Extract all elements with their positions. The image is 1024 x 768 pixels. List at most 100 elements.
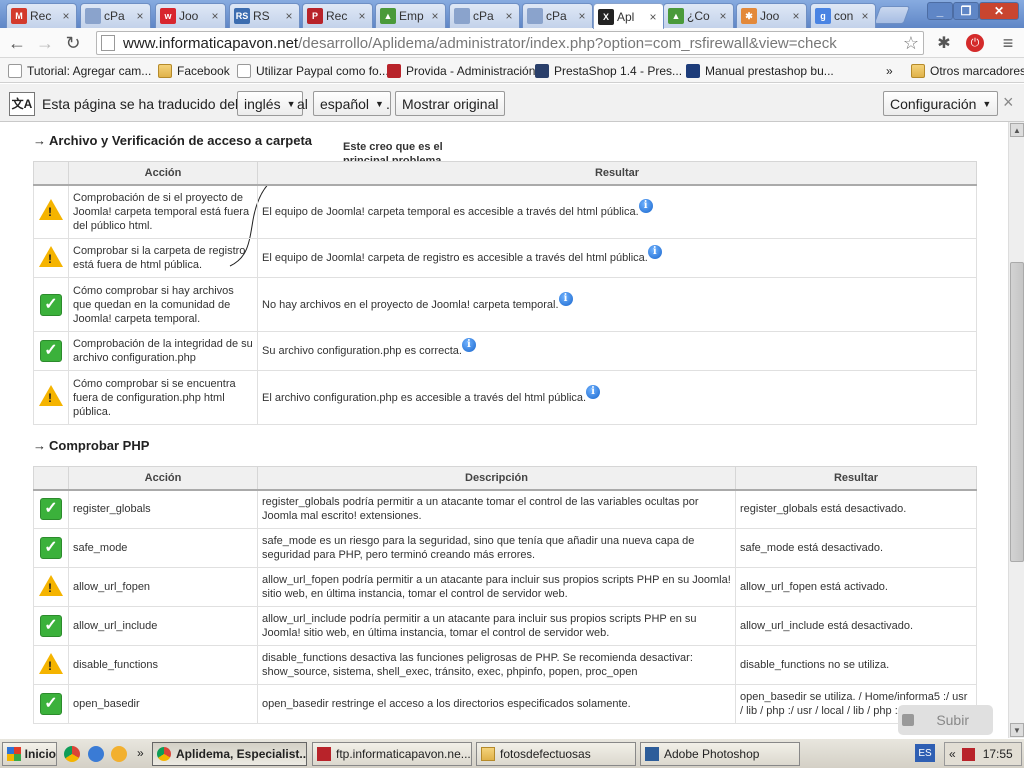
result-cell: safe_mode está desactivado. [735,528,977,568]
bookmark-item[interactable]: Tutorial: Agregar cam... [8,62,151,79]
browser-tab[interactable]: cPa × [80,3,151,28]
bookmark-item[interactable]: PrestaShop 1.4 - Pres... [535,62,682,79]
bookmark-item[interactable]: Provida - Administración [387,62,535,79]
action-cell: Comprobación de si el proyecto de Joomla… [68,184,258,239]
info-icon[interactable]: i [558,291,573,306]
scribd-icon [686,63,700,78]
browser-tab[interactable]: RS RS × [229,3,300,28]
ie-quicklaunch-icon[interactable] [88,746,104,762]
language-indicator[interactable]: ES [915,744,935,762]
table-row: ! allow_url_fopen allow_url_fopen podría p… [33,567,977,607]
tab-title: cPa [104,9,125,23]
table-header-blank [33,466,69,491]
taskbar-item[interactable]: fotosdefectuosas [476,742,636,766]
action-cell-text: safe_mode [73,542,128,554]
windows-logo-icon [7,747,21,761]
quicklaunch-overflow[interactable]: » [137,746,144,760]
bookmark-star-icon[interactable]: ☆ [903,33,919,54]
browser-tab[interactable]: ▲ Emp × [375,3,446,28]
translate-icon: 文A [9,92,35,116]
browser-tab[interactable]: P Rec × [302,3,373,28]
start-button[interactable]: Inicio [2,742,57,766]
menu-icon[interactable]: ≡ [997,32,1019,54]
scroll-down-icon[interactable]: ▼ [1010,723,1024,737]
browser-tab[interactable]: g con × [810,3,876,28]
tab-title: Rec [326,9,348,23]
action-cell-text: Cómo comprobar si se encuentra fuera de … [73,377,236,418]
extension-icon[interactable]: ✱ [933,32,955,54]
action-cell: disable_functions [68,645,258,685]
tab-title: cPa [546,9,567,23]
address-bar[interactable]: www.informaticapavon.net/desarrollo/Apli… [96,31,924,55]
close-tab-icon[interactable]: × [503,10,515,22]
scroll-up-icon[interactable]: ▲ [1010,123,1024,137]
bookmarks-overflow-button[interactable]: » [886,62,893,79]
info-icon[interactable]: i [638,198,653,213]
scrollbar-thumb[interactable] [1010,262,1024,562]
close-tab-icon[interactable]: × [859,10,871,22]
reload-button[interactable]: ↻ [62,32,84,54]
table-row: ! disable_functions disable_functions desa… [33,645,977,685]
browser-tab[interactable]: ✱ Joo × [736,3,807,28]
taskbar-item[interactable]: Adobe Photoshop [640,742,800,766]
filezilla-tray-icon[interactable] [961,747,975,761]
status-cell: ✓ [33,331,69,371]
other-bookmarks[interactable]: Otros marcadores [911,62,1024,79]
bookmark-item[interactable]: Facebook [158,62,230,79]
source-language-select[interactable]: inglés ▼ [237,91,303,116]
bookmark-item[interactable]: Manual prestashop bu... [686,62,834,79]
result-cell: allow_url_include está desactivado. [735,606,977,646]
scroll-to-top-button[interactable]: Subir [898,705,993,735]
info-icon[interactable]: i [647,245,662,259]
browser-tab[interactable]: cPa × [449,3,520,28]
info-icon[interactable]: i [586,384,601,399]
action-cell: register_globals [68,489,258,529]
tab-title: Joo [760,9,780,23]
tray-overflow-button[interactable]: « [949,747,956,761]
description-cell: allow_url_fopen podría permitir a un ata… [257,567,736,607]
taskbar-item[interactable]: ftp.informaticapavon.ne... [312,742,472,766]
browser-tab[interactable]: cPa × [522,3,593,28]
close-tab-icon[interactable]: × [647,11,659,23]
translate-settings-select[interactable]: Configuración ▼ [883,91,999,116]
taskbar-item[interactable]: Aplidema, Especialist... [152,742,307,766]
chrome-quicklaunch-icon[interactable] [64,746,80,762]
info-icon[interactable]: i [461,338,476,352]
browser-tab[interactable]: X Apl × [593,3,664,29]
checkmark-icon: ✓ [40,498,62,521]
close-window-button[interactable]: ✕ [979,2,1019,20]
browser-tab[interactable]: ▲ ¿Co × [663,3,734,28]
close-tab-icon[interactable]: × [134,10,146,22]
description-cell-text: register_globals podría permitir a un at… [262,496,699,523]
warning-icon: ! [39,385,63,406]
joomla-icon: ✱ [741,8,757,24]
browser-tab[interactable]: w Joo × [155,3,226,28]
translate-close-button[interactable]: × [1003,92,1014,113]
bookmark-item[interactable]: Utilizar Paypal como fo... [237,62,389,79]
close-tab-icon[interactable]: × [60,10,72,22]
status-cell: ✓ [33,277,69,332]
close-tab-icon[interactable]: × [576,10,588,22]
table-row: ! Cómo comprobar si se encuentra fuera de… [33,370,977,425]
close-tab-icon[interactable]: × [717,10,729,22]
close-tab-icon[interactable]: × [429,10,441,22]
forward-button[interactable]: → [34,32,56,54]
power-extension-icon[interactable]: ⏻ [964,32,986,54]
back-button[interactable]: ← [6,32,28,54]
show-original-button[interactable]: Mostrar original [395,91,506,116]
close-tab-icon[interactable]: × [283,10,295,22]
maximize-button[interactable]: ❐ [953,2,979,20]
close-tab-icon[interactable]: × [356,10,368,22]
browser-tab[interactable]: M Rec × [6,3,77,28]
close-tab-icon[interactable]: × [790,10,802,22]
description-cell-text: allow_url_fopen podría permitir a un ata… [262,574,731,600]
windows-taskbar: Inicio » Aplidema, Especialist... ftp.in… [0,738,1024,768]
vertical-scrollbar[interactable]: ▲ ▼ [1008,122,1024,738]
minimize-button[interactable]: _ [927,2,953,20]
arrow-up-icon [902,714,914,726]
close-tab-icon[interactable]: × [209,10,221,22]
description-cell-text: disable_functions desactiva las funcione… [262,652,693,678]
messenger-quicklaunch-icon[interactable] [111,746,127,762]
target-language-select[interactable]: español ▼ [313,91,391,116]
section-title-folder-check: → Archivo y Verificación de acceso a carp… [33,133,313,148]
